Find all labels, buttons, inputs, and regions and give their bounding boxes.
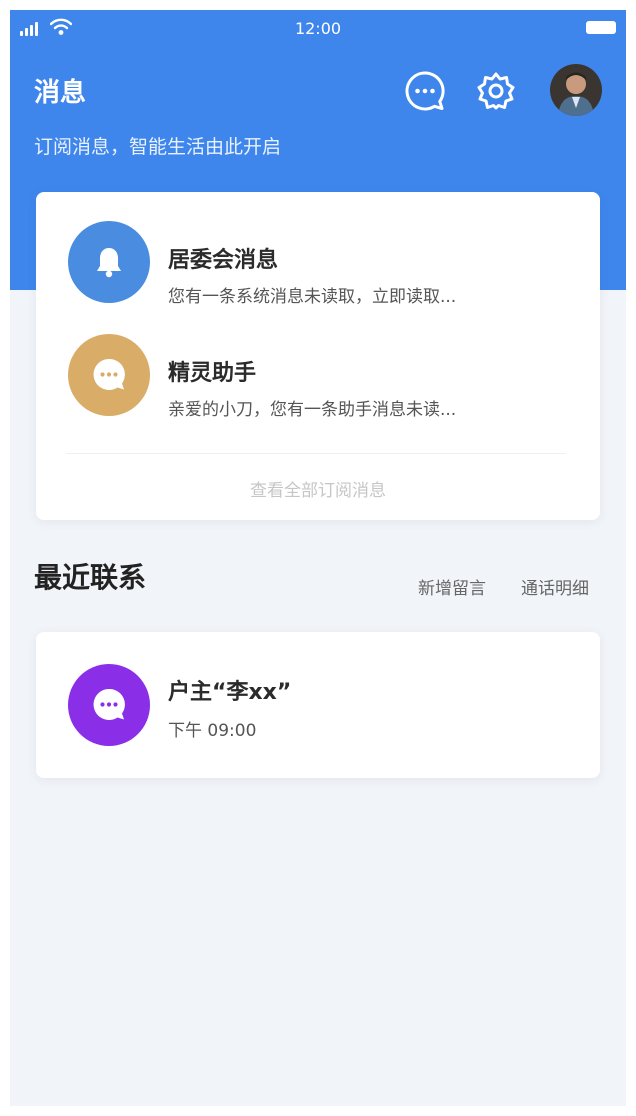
status-bar: 12:00 xyxy=(10,10,626,50)
chat-button[interactable] xyxy=(402,68,448,114)
divider xyxy=(66,453,566,454)
phone-screen: 12:00 消息 订阅消息，智能生活由此开启 居委会消息 您有一条系统消息未读取… xyxy=(10,10,626,1106)
assistant-icon-circle xyxy=(68,334,150,416)
bell-icon xyxy=(97,248,121,278)
chat-bubble-icon xyxy=(93,358,125,390)
battery-icon xyxy=(586,21,616,34)
message-preview: 亲爱的小刀，您有一条助手消息未读... xyxy=(168,400,457,420)
call-details-link[interactable]: 通话明细 xyxy=(521,574,589,599)
new-message-link[interactable]: 新增留言 xyxy=(418,574,486,599)
message-title: 精灵助手 xyxy=(168,361,257,386)
subscription-card: 居委会消息 您有一条系统消息未读取，立即读取... 精灵助手 亲爱的小刀，您有一… xyxy=(36,192,600,520)
contact-name: 户主“李xx” xyxy=(168,680,292,705)
view-all-subscriptions-link[interactable]: 查看全部订阅消息 xyxy=(36,476,600,501)
chat-bubble-icon xyxy=(405,71,445,111)
message-title: 居委会消息 xyxy=(168,248,279,273)
bell-icon-circle xyxy=(68,221,150,303)
status-time: 12:00 xyxy=(294,19,342,38)
chat-bubble-icon xyxy=(93,688,125,720)
contact-icon-circle xyxy=(68,664,150,746)
user-avatar-image xyxy=(550,64,602,116)
avatar[interactable] xyxy=(550,64,602,116)
gear-icon xyxy=(477,72,515,110)
settings-button[interactable] xyxy=(473,68,519,114)
list-item-residents-committee[interactable]: 居委会消息 您有一条系统消息未读取，立即读取... xyxy=(36,212,600,312)
contact-time: 下午 09:00 xyxy=(168,721,257,741)
message-preview: 您有一条系统消息未读取，立即读取... xyxy=(168,287,457,307)
contact-card[interactable]: 户主“李xx” 下午 09:00 xyxy=(36,632,600,778)
section-title-recent: 最近联系 xyxy=(34,561,147,594)
page-subtitle: 订阅消息，智能生活由此开启 xyxy=(34,136,282,158)
page-title: 消息 xyxy=(34,78,87,108)
list-item-assistant[interactable]: 精灵助手 亲爱的小刀，您有一条助手消息未读... xyxy=(36,325,600,425)
